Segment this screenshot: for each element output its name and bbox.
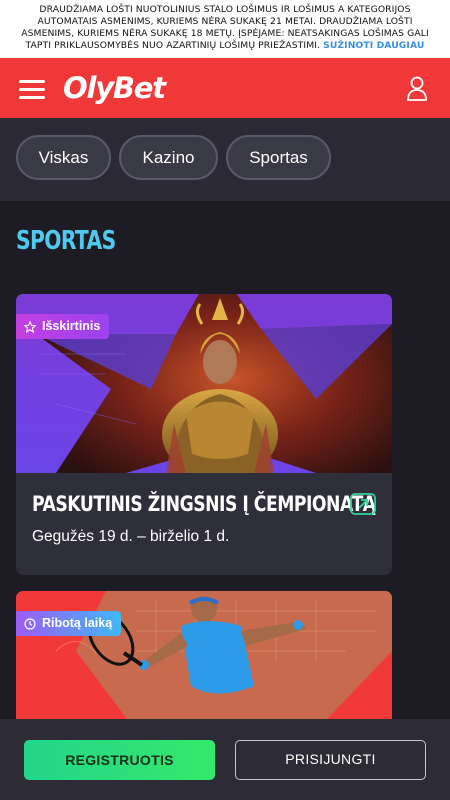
category-filter-bar: Viskas Kazino Sportas (0, 118, 450, 201)
clock-icon (24, 617, 36, 630)
menu-icon[interactable] (19, 80, 45, 100)
badge-limited-time: Ribotą laiką (16, 611, 122, 636)
section-title: SPORTAS (16, 226, 116, 256)
login-button[interactable]: PRISIJUNGTI (235, 740, 426, 780)
promo-card[interactable]: Išskirtinis PASKUTINIS ŽINGSNIS Į ČEMPIO… (16, 294, 392, 575)
user-icon[interactable] (405, 76, 429, 102)
star-icon (24, 320, 36, 333)
external-link-icon[interactable] (350, 493, 376, 515)
olybet-logo[interactable]: OlyBet (63, 71, 166, 105)
filter-chip-kazino[interactable]: Kazino (119, 135, 218, 180)
register-button[interactable]: REGISTRUOTIS (24, 740, 215, 780)
filter-chip-viskas[interactable]: Viskas (16, 135, 111, 180)
badge-exclusive: Išskirtinis (16, 314, 110, 339)
promo-dates: Gegužės 19 d. – birželio 1 d. (32, 528, 230, 545)
learn-more-link[interactable]: SUŽINOTI DAUGIAU (323, 40, 424, 51)
gambling-warning-banner: Draudžiama lošti nuotolinius stalo lošim… (0, 0, 450, 58)
badge-label: Ribotą laiką (42, 616, 113, 630)
top-header: OlyBet (0, 58, 450, 118)
promo-card[interactable]: Ribotą laiką (16, 591, 392, 731)
filter-chip-sportas[interactable]: Sportas (226, 135, 331, 180)
bottom-action-bar: REGISTRUOTIS PRISIJUNGTI (0, 719, 450, 800)
promo-title: PASKUTINIS ŽINGSNIS Į ČEMPIONATĄ (32, 492, 376, 516)
badge-label: Išskirtinis (42, 319, 101, 333)
